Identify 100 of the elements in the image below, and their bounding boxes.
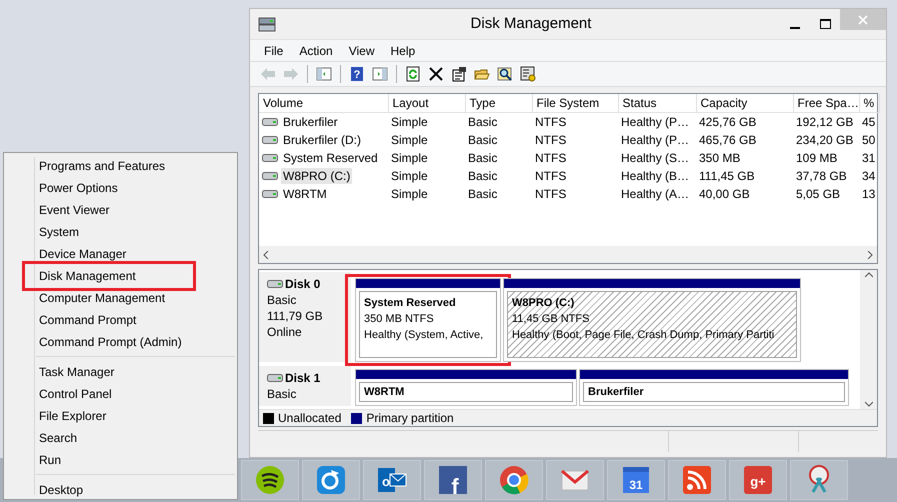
- column-header[interactable]: %: [859, 94, 879, 112]
- partition-info: 350 MB NTFS: [364, 312, 435, 327]
- volume-name[interactable]: Brukerfiler: [281, 114, 340, 130]
- taskbar-button[interactable]: g+: [729, 460, 787, 500]
- partition-info: Healthy (System, Active,: [364, 328, 484, 343]
- table-cell-text: 350 MB: [698, 150, 742, 167]
- taskbar-button[interactable]: f: [424, 460, 482, 500]
- toolbar-button[interactable]: [518, 64, 538, 84]
- magnifier-icon: [497, 66, 513, 82]
- disk-info: Online: [267, 324, 303, 340]
- partition-block[interactable]: W8PRO (C:) 11,45 GB NTFS Healthy (Boot, Page File, Crash Dump, Primary Partiti: [503, 278, 801, 362]
- menu-item[interactable]: View: [340, 42, 382, 60]
- menu-item[interactable]: Command Prompt: [36, 309, 226, 331]
- properties-icon: [451, 66, 467, 82]
- table-cell: Basic: [465, 112, 532, 131]
- table-cell-text: Healthy (B…: [620, 168, 690, 185]
- menu-item[interactable]: Disk Management: [36, 265, 226, 287]
- menu-item[interactable]: Action: [291, 42, 341, 60]
- partition-block[interactable]: W8RTM: [355, 369, 577, 406]
- disk-drive-icon: [258, 16, 276, 32]
- menu-item[interactable]: File: [256, 42, 292, 60]
- taskbar-button[interactable]: 31: [607, 460, 665, 500]
- partition-block[interactable]: Brukerfiler: [579, 369, 849, 406]
- disk-name: Disk 1: [285, 370, 320, 386]
- table-cell-text: Basic: [467, 186, 498, 203]
- menu-item[interactable]: Command Prompt (Admin): [36, 331, 226, 353]
- drive-icon: [267, 373, 283, 383]
- column-header[interactable]: Capacity: [696, 94, 793, 112]
- drive-icon: [262, 153, 278, 163]
- arrow-right-icon: [283, 66, 299, 82]
- arrow-left-icon: [260, 66, 276, 82]
- menu-item[interactable]: Run: [36, 449, 226, 471]
- drive-icon: [262, 135, 278, 145]
- disk-info: 111,79 GB: [267, 308, 324, 324]
- menu-item[interactable]: Power Options: [36, 177, 226, 199]
- taskbar-button[interactable]: [485, 460, 543, 500]
- menu-item[interactable]: Task Manager: [36, 361, 226, 383]
- table-cell-text: Basic: [467, 168, 498, 185]
- table-cell-text: 5,05 GB: [795, 186, 842, 203]
- volume-name[interactable]: W8PRO (C:): [281, 168, 352, 184]
- menu-item[interactable]: Event Viewer: [36, 199, 226, 221]
- volume-name[interactable]: System Reserved: [281, 150, 380, 166]
- scroll-left-icon[interactable]: [262, 250, 270, 258]
- column-header[interactable]: Layout: [388, 94, 465, 112]
- taskbar-button[interactable]: [790, 460, 848, 500]
- table-cell: Simple: [388, 112, 465, 131]
- horizontal-scrollbar[interactable]: [259, 246, 877, 263]
- table-cell-text: Basic: [467, 132, 498, 149]
- scroll-down-icon[interactable]: [864, 401, 872, 407]
- partition-block[interactable]: System Reserved 350 MB NTFS Healthy (System, Active,: [355, 278, 501, 362]
- taskbar-button[interactable]: [241, 460, 299, 500]
- table-cell-text: 50: [861, 132, 876, 149]
- table-cell-text: 31: [861, 150, 876, 167]
- table-cell-text: NTFS: [534, 150, 568, 167]
- calendar-icon: 31: [620, 464, 652, 496]
- disk-label[interactable]: Disk 0 Basic 111,79 GB Online: [259, 272, 351, 362]
- column-header[interactable]: Type: [465, 94, 532, 112]
- table-cell: 45: [859, 112, 879, 131]
- table-cell: 192,12 GB: [793, 112, 859, 131]
- vertical-scrollbar[interactable]: [860, 270, 877, 409]
- menu-item[interactable]: Desktop: [36, 479, 226, 501]
- menu-item[interactable]: File Explorer: [36, 405, 226, 427]
- window-title: Disk Management: [470, 14, 592, 34]
- panel-toggle-icon: [316, 66, 332, 82]
- menu-item[interactable]: System: [36, 221, 226, 243]
- partition-info: Healthy (Boot, Page File, Crash Dump, Primary Partiti: [512, 328, 776, 343]
- disk-label[interactable]: Disk 1 Basic: [259, 366, 351, 406]
- column-header[interactable]: Free Spa…: [793, 94, 859, 112]
- table-cell-text: 34: [861, 168, 876, 185]
- column-header[interactable]: File System: [532, 94, 618, 112]
- maximize-icon: [820, 19, 830, 29]
- menu-item[interactable]: Computer Management: [36, 287, 226, 309]
- volume-name[interactable]: W8RTM: [281, 186, 329, 202]
- table-cell-text: Healthy (P…: [620, 132, 690, 149]
- menu-item[interactable]: Control Panel: [36, 383, 226, 405]
- drive-icon: [262, 171, 278, 181]
- scroll-right-icon[interactable]: [866, 250, 874, 258]
- drive-icon: [262, 117, 278, 127]
- scroll-up-icon[interactable]: [864, 272, 872, 278]
- drive-icon: [262, 189, 278, 199]
- menu-item[interactable]: Help: [382, 42, 424, 60]
- table-cell-text: 13: [861, 186, 876, 203]
- table-cell-text: 37,78 GB: [795, 168, 848, 185]
- table-cell-text: Simple: [390, 168, 429, 185]
- table-cell: NTFS: [532, 112, 618, 131]
- table-cell: Healthy (P…: [618, 112, 696, 131]
- table-cell: 425,76 GB: [696, 112, 793, 131]
- table-cell-text: Simple: [390, 150, 429, 167]
- menu-item[interactable]: Device Manager: [36, 243, 226, 265]
- column-header[interactable]: Status: [618, 94, 696, 112]
- settings-icon: [520, 66, 536, 82]
- menu-item[interactable]: Programs and Features: [36, 155, 226, 177]
- close-icon: [858, 14, 868, 24]
- table-cell-text: NTFS: [534, 168, 568, 185]
- menu-item[interactable]: Search: [36, 427, 226, 449]
- column-header[interactable]: Volume: [259, 94, 388, 112]
- volume-name[interactable]: Brukerfiler (D:): [281, 132, 364, 148]
- table-cell-text: 109 MB: [795, 150, 838, 167]
- taskbar-button[interactable]: o: [363, 460, 421, 500]
- table-cell-text: Simple: [390, 186, 429, 203]
